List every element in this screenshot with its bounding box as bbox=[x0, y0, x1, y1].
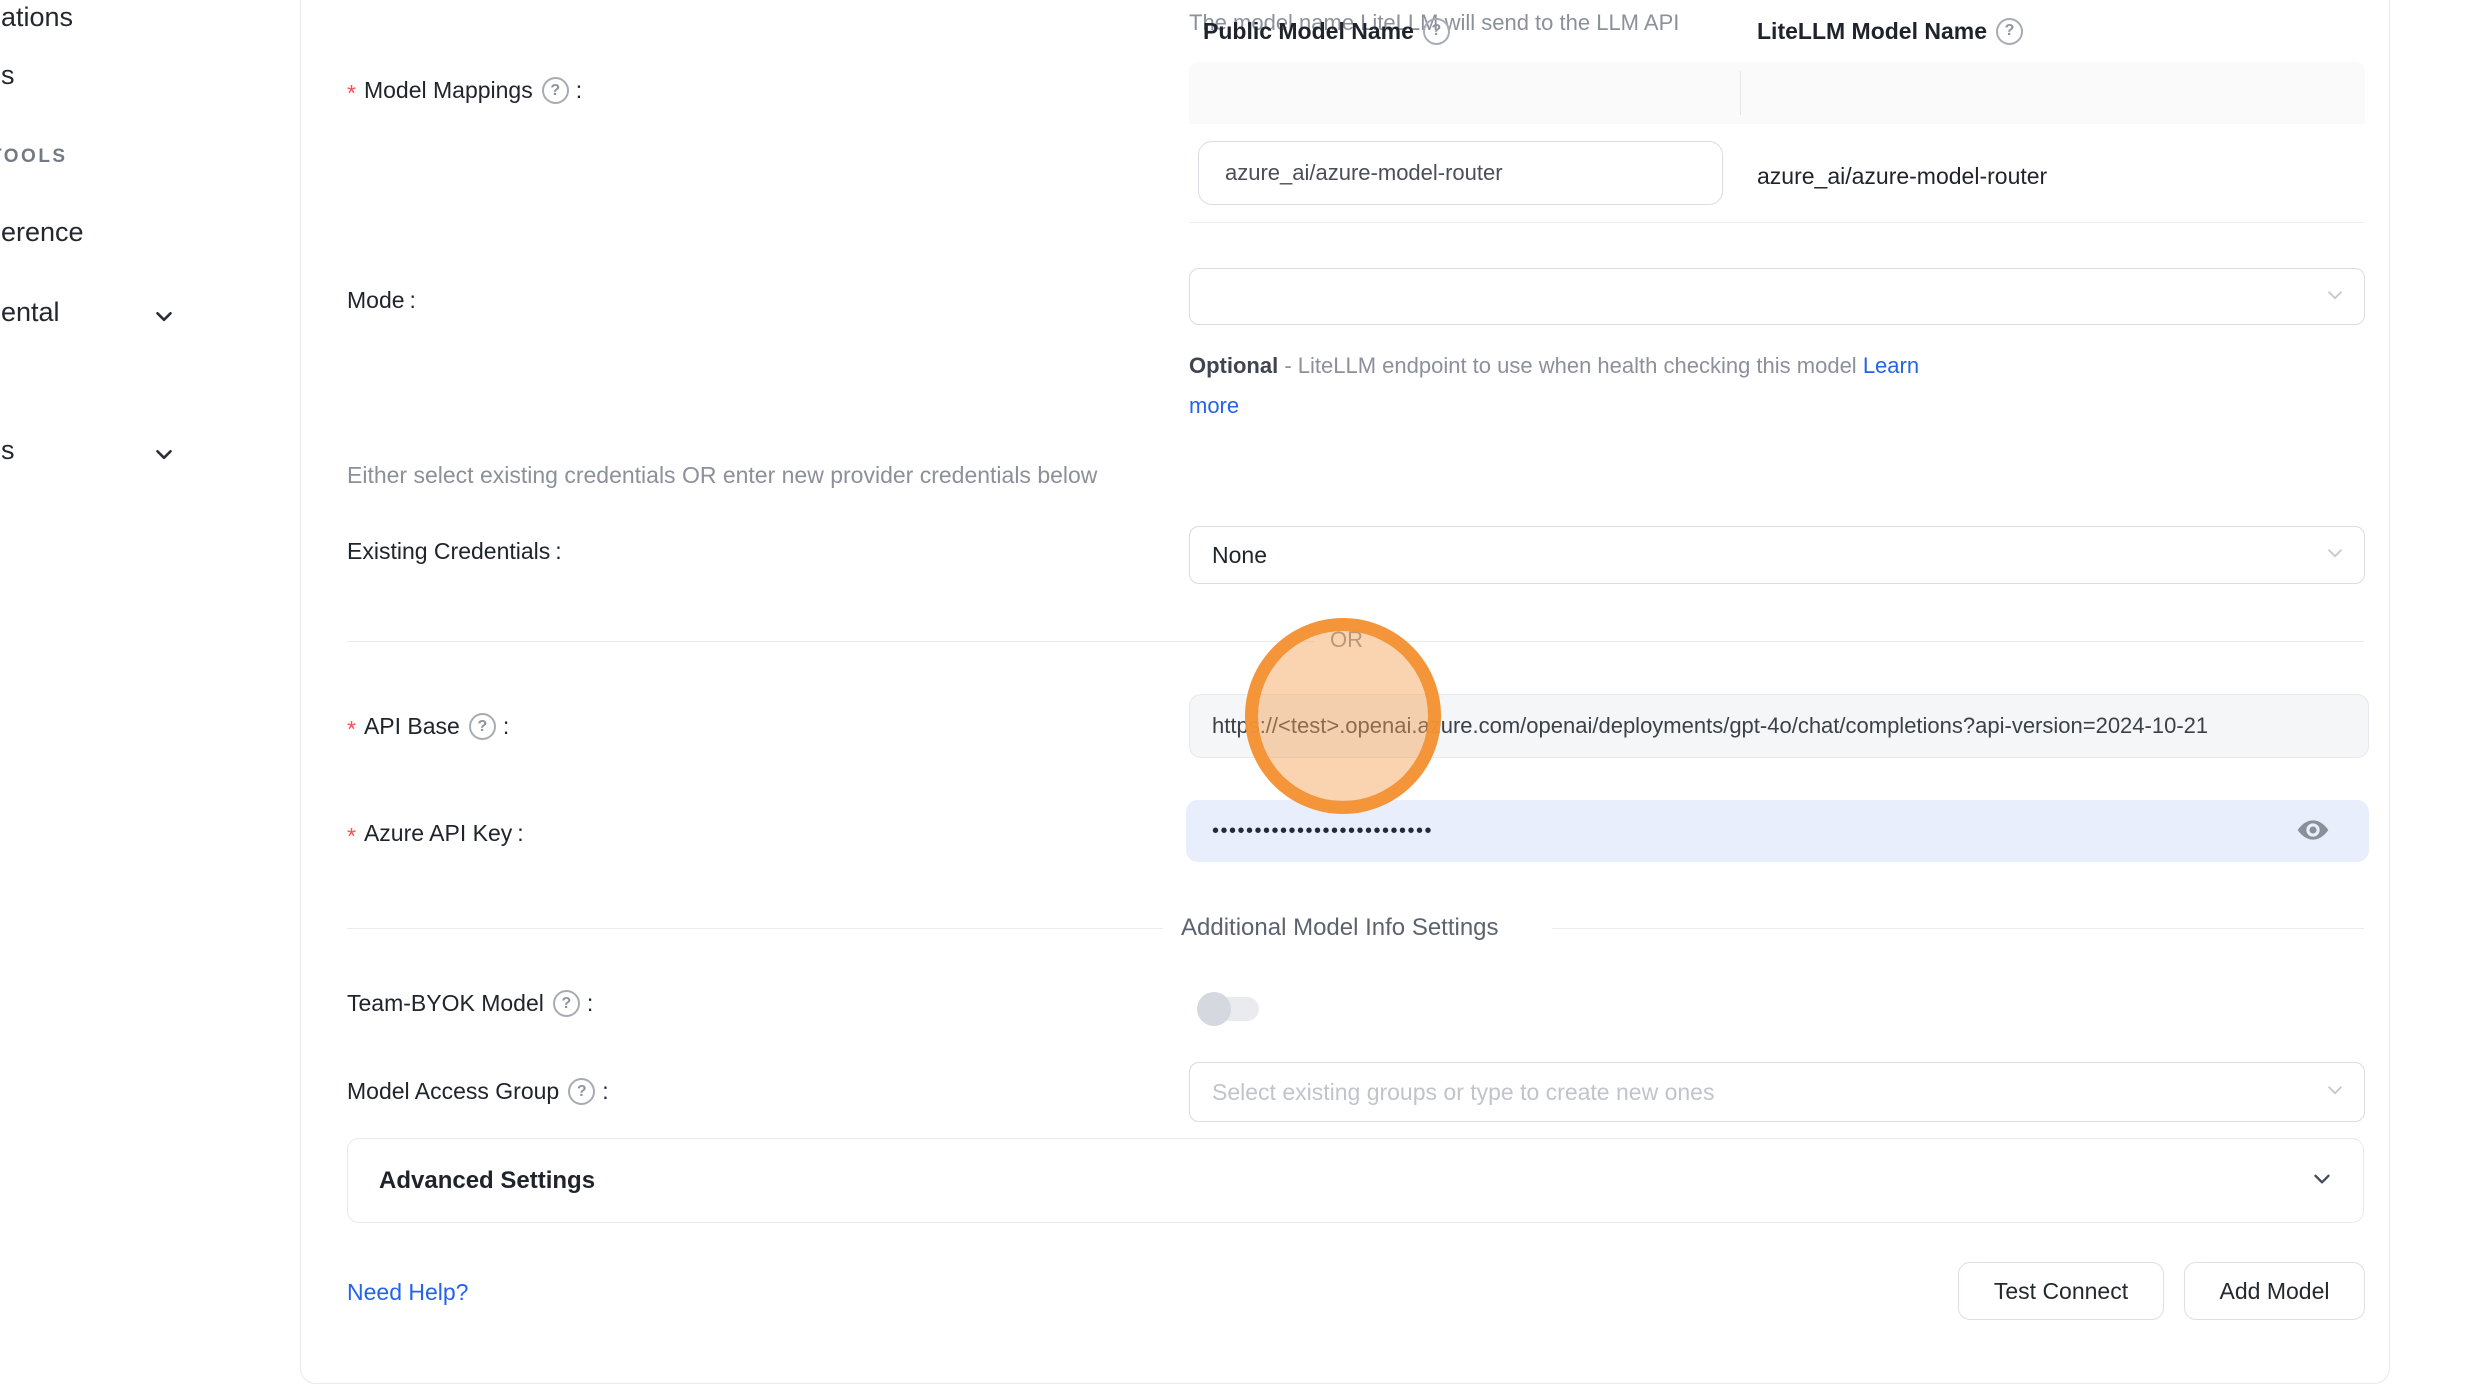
model-access-group-select[interactable]: Select existing groups or type to create… bbox=[1189, 1062, 2365, 1122]
sidebar-item-settings[interactable]: s bbox=[1, 436, 15, 466]
info-divider-line-right bbox=[1552, 928, 2364, 929]
required-asterisk: * bbox=[347, 710, 356, 743]
api-base-label: * API Base ? : bbox=[347, 710, 509, 743]
help-circle-icon[interactable]: ? bbox=[1996, 18, 2023, 45]
table-column-divider bbox=[1740, 71, 1741, 115]
masked-api-key: •••••••••••••••••••••••••• bbox=[1212, 820, 1433, 843]
azure-api-key-input[interactable]: •••••••••••••••••••••••••• bbox=[1186, 800, 2369, 862]
azure-api-key-label: * Azure API Key : bbox=[347, 817, 524, 850]
learn-more-link[interactable]: more bbox=[1189, 393, 1239, 418]
team-byok-toggle[interactable] bbox=[1197, 992, 1259, 1026]
litellm-model-name-value: azure_ai/azure-model-router bbox=[1757, 163, 2047, 190]
existing-credentials-label: Existing Credentials : bbox=[347, 538, 562, 565]
public-model-name-input[interactable]: azure_ai/azure-model-router bbox=[1198, 141, 1723, 205]
sidebar-item-organizations[interactable]: ations bbox=[1, 3, 73, 33]
test-connect-button[interactable]: Test Connect bbox=[1958, 1262, 2164, 1320]
existing-credentials-select[interactable]: None bbox=[1189, 526, 2365, 584]
model-mappings-label: * Model Mappings ? : bbox=[347, 74, 582, 107]
or-divider-text: OR bbox=[1314, 627, 1379, 653]
info-divider-text: Additional Model Info Settings bbox=[1181, 914, 1499, 942]
help-circle-icon[interactable]: ? bbox=[542, 77, 569, 104]
column-header-litellm-model-name: LiteLLM Model Name ? bbox=[1757, 0, 2025, 62]
required-asterisk: * bbox=[347, 817, 356, 850]
model-access-group-label: Model Access Group ? : bbox=[347, 1078, 609, 1105]
sidebar-section-tools: TOOLS bbox=[0, 146, 68, 168]
mode-label: Mode : bbox=[347, 287, 416, 314]
toggle-knob bbox=[1197, 992, 1231, 1026]
help-circle-icon[interactable]: ? bbox=[469, 713, 496, 740]
model-mappings-table-header bbox=[1189, 62, 2365, 124]
credentials-note: Either select existing credentials OR en… bbox=[347, 462, 1097, 489]
chevron-down-icon bbox=[2324, 542, 2346, 569]
required-asterisk: * bbox=[347, 74, 356, 107]
chevron-down-icon bbox=[2324, 283, 2346, 310]
mode-helper-text: Optional - LiteLLM endpoint to use when … bbox=[1189, 346, 1919, 426]
api-base-input[interactable]: https://<test>.openai.azure.com/openai/d… bbox=[1189, 694, 2369, 758]
model-access-group-placeholder: Select existing groups or type to create… bbox=[1212, 1063, 1714, 1121]
need-help-link[interactable]: Need Help? bbox=[347, 1279, 468, 1306]
eye-icon[interactable] bbox=[2296, 813, 2330, 852]
column-header-public-model-name: Public Model Name ? bbox=[1203, 0, 1452, 62]
sidebar-item-reference[interactable]: erence bbox=[1, 218, 84, 248]
chevron-down-icon bbox=[150, 441, 178, 467]
help-circle-icon[interactable]: ? bbox=[553, 990, 580, 1017]
advanced-settings-panel[interactable]: Advanced Settings bbox=[347, 1138, 2364, 1223]
chevron-down-icon bbox=[2324, 1079, 2346, 1106]
help-circle-icon[interactable]: ? bbox=[1423, 18, 1450, 45]
existing-credentials-value: None bbox=[1212, 527, 1267, 583]
learn-more-link[interactable]: Learn bbox=[1863, 353, 1919, 378]
add-model-button[interactable]: Add Model bbox=[2184, 1262, 2365, 1320]
advanced-settings-label: Advanced Settings bbox=[379, 1167, 595, 1195]
chevron-down-icon bbox=[2309, 1165, 2335, 1196]
team-byok-label: Team-BYOK Model ? : bbox=[347, 990, 593, 1017]
chevron-down-icon bbox=[150, 303, 178, 329]
sidebar-item-experimental[interactable]: ental bbox=[1, 298, 60, 328]
help-circle-icon[interactable]: ? bbox=[568, 1078, 595, 1105]
info-divider-line-left bbox=[347, 928, 1163, 929]
sidebar-item[interactable]: s bbox=[1, 61, 15, 91]
mode-select[interactable] bbox=[1189, 268, 2365, 325]
add-model-screen: ations s TOOLS erence ental s The model … bbox=[0, 0, 2477, 1385]
